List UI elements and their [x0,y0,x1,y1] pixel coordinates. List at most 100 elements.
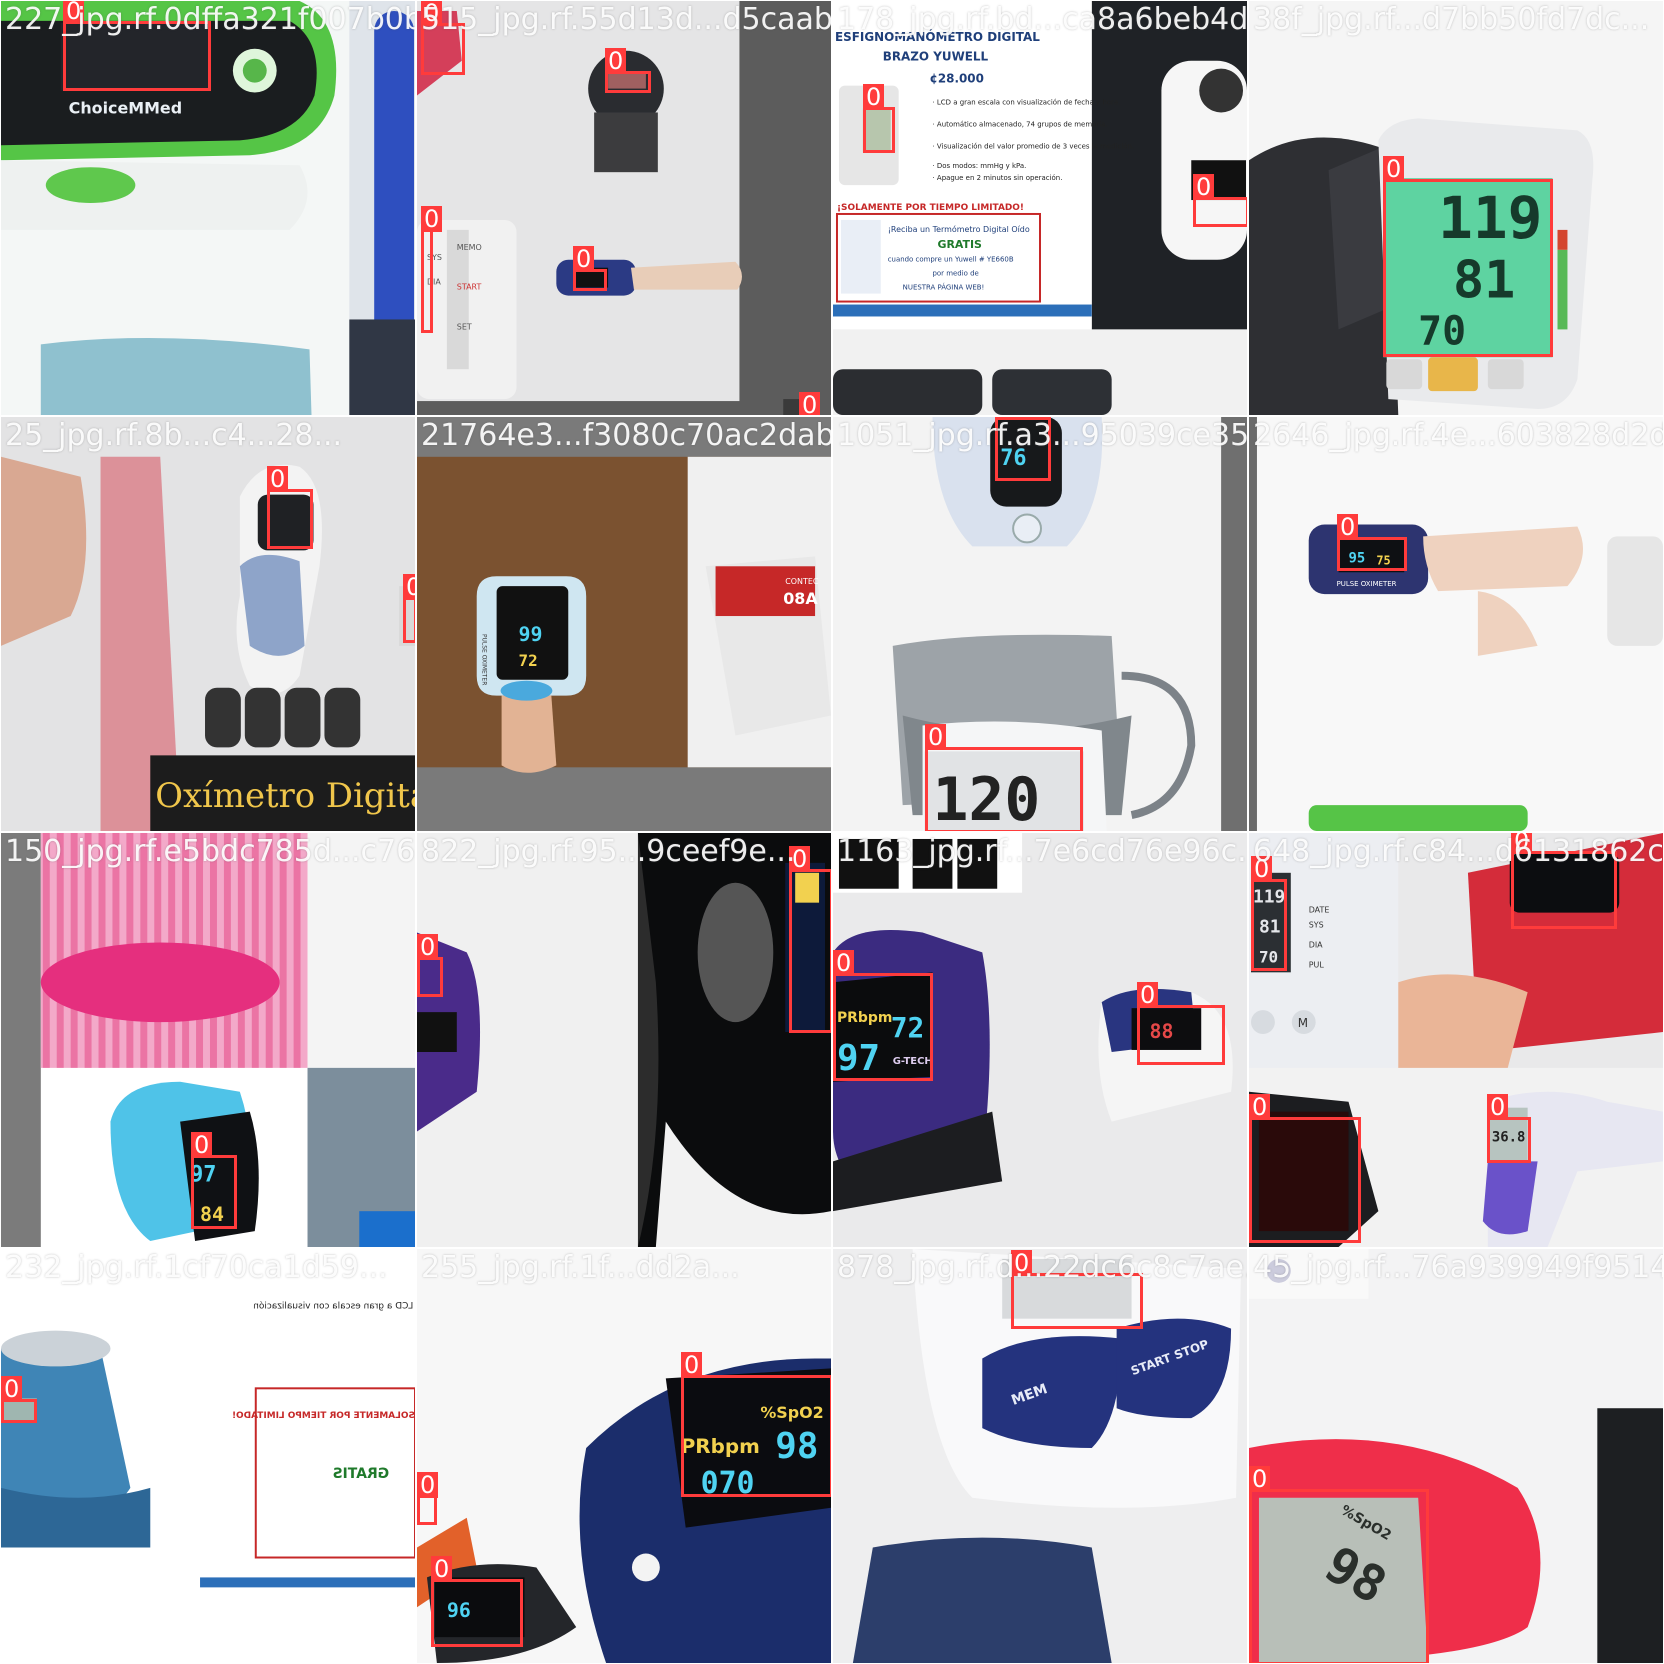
tile-oximeter-green: ChoiceMMed 0 227_jpg.rf.0dffa321f007b0bf… [0,0,416,416]
class-label: 0 [403,574,415,600]
tile-filename: 255_jpg.rf.1f...dd2a... [421,1250,740,1285]
tile-filename: 178_jpg.rf.bd...ca8a6beb4d133... [837,2,1248,37]
class-label: 0 [681,1352,703,1378]
detection-box: 0 [789,846,831,1033]
detection-box: 0 [1337,514,1407,571]
class-label: 0 [925,724,947,750]
detection-box: 0 [833,950,933,1081]
tile-filename: 45_jpg.rf...76a939949f9514... [1253,1250,1664,1285]
class-label: 0 [833,950,855,976]
class-label: 0 [417,1472,439,1498]
detection-box: 0 [573,246,607,291]
advert-banner: ¡SOLAMENTE POR TIEMPO LIMITADO! [837,203,1024,213]
class-label: 0 [421,206,443,232]
advert-bullet: · Dos modos: mmHg y kPa. [933,162,1027,170]
advert-subtitle: BRAZO YUWELL [883,50,989,64]
tile-bp-cuff: 76 120 0 0 1051_jpg.rf.a3...95039ce35a2.… [832,416,1248,832]
tile-bp-advert: ESFIGNOMANÓMETRO DIGITAL BRAZO YUWELL ¢2… [832,0,1248,416]
tile-oximeter-blue-large: PRbpm %SpO2 98 070 96 0 0 0 255_jpg.rf.1… [416,1248,832,1664]
tile-photo [417,833,831,1247]
tile-filename: 232_jpg.rf.1cf70ca1d59... [5,1250,388,1285]
tile-oximeter-blue: 95 75 PULSE OXIMETER 0 2646_jpg.rf.4e...… [1248,416,1664,832]
box-text: CONTEC [785,577,819,586]
tile-filename: 1163_jpg.rf...7e6cd76e96c... [837,834,1248,869]
button-label: START [457,283,482,292]
detection-box: 0 [431,1556,523,1647]
class-label: 0 [573,246,595,272]
tile-filename: 150_jpg.rf.e5bdc785d...c768... [5,834,416,869]
class-label: 0 [1337,514,1359,540]
tile-bp-monitor-grey: SYS DIA MEMO START SET 0 0 0 0 0 515_jpg… [416,0,832,416]
advert-free-mirrored: GRATIS [333,1466,390,1482]
class-label: 0 [431,1556,453,1582]
tile-photo: · LCD a gran escala con visualización ¡S… [1,1249,415,1663]
button-label: M [1298,1016,1308,1030]
tile-oximeter-gtech: PRbpm 72 97 G-TECH 88 0 0 1163_jpg.rf...… [832,832,1248,1248]
tile-filename: 822_jpg.rf.95...9ceef9e... [421,834,796,869]
advert-bullet-mirrored: · LCD a gran escala con visualización [253,1301,415,1312]
detection-box: 0 [267,466,313,549]
tile-filename: 25_jpg.rf.8b...c4...28... [5,418,343,453]
tile-filename: 515_jpg.rf.55d13d...d5caab8a1fcb... [421,2,832,37]
tile-filename: 227_jpg.rf.0dffa321f007b0bf3f26... [5,2,415,37]
tile-mixed-devices: 119 81 70 DATE SYS DIA PUL M 36.8 0 0 0 … [1248,832,1664,1248]
tile-oximeter-ad: Oxímetro Digital para 0 0 25_jpg.rf.8b..… [0,416,416,832]
tile-filename: 21764e3...f3080c70ac2dab... [421,418,832,453]
class-label: 0 [1193,174,1215,200]
tile-photo: 95 75 PULSE OXIMETER [1249,417,1663,831]
device-label: PULSE OXIMETER [481,634,488,685]
detection-box: 0 [863,84,895,153]
tile-photo: ESFIGNOMANÓMETRO DIGITAL BRAZO YUWELL ¢2… [833,1,1247,415]
class-label: 0 [417,934,439,960]
advert-offer: ¡Reciba un Termómetro Digital Oído [888,224,1030,234]
lcd-pr: 72 [519,651,538,670]
detection-box: 0 [605,48,651,93]
tile-photo: Oxímetro Digital para [1,417,415,831]
device-label: PULSE OXIMETER [1337,580,1397,588]
detection-box: 0 [1487,1094,1531,1163]
detection-box: 0 [1193,174,1247,227]
lcd-caption: DIA [1309,940,1323,949]
lcd-caption: SYS [1309,921,1324,930]
detection-box: 0 [1137,982,1225,1065]
tile-photo: 08A CONTEC 99 72 PULSE OXIMETER [417,417,831,831]
advert-free: GRATIS [937,238,982,251]
class-label: 0 [191,1132,213,1158]
tile-filename: 2646_jpg.rf.4e...603828d2d6... [1253,418,1664,453]
tile-filename: 38f_jpg.rf...d7bb50fd7dc... [1253,2,1650,37]
detection-box: 0 [1249,1466,1429,1663]
lcd-spo2: 99 [519,623,543,646]
advert-offer: NUESTRA PÁGINA WEB! [903,283,985,292]
training-batch-mosaic: ChoiceMMed 0 227_jpg.rf.0dffa321f007b0bf… [0,0,1664,1664]
button-label: SET [457,322,472,331]
class-label: 0 [267,466,289,492]
button-label: MEMO [457,243,482,252]
class-label: 0 [1,1376,23,1402]
brand-text: ChoiceMMed [69,98,182,117]
advert-price: ¢28.000 [930,72,984,86]
detection-box: 0 [417,1472,439,1525]
detection-box: 0 [403,574,415,643]
class-label: 0 [1487,1094,1509,1120]
tile-oximeter-finger: 08A CONTEC 99 72 PULSE OXIMETER 21764e3.… [416,416,832,832]
advert-bullet: · Apague en 2 minutos sin operación. [933,174,1063,182]
tile-oximeter-red: 98 %SpO2 0 45_jpg.rf...76a939949f9514... [1248,1248,1664,1664]
detection-box: 0 [1251,856,1287,971]
detection-box: 0 [1,1376,37,1423]
detection-box: 0 [1249,1094,1361,1243]
tile-oximeter-closeup: 0 0 822_jpg.rf.95...9ceef9e... [416,832,832,1248]
class-label: 0 [799,392,821,415]
advert-offer: por medio de [933,270,979,278]
detection-box: 0 [417,934,443,997]
tile-bp-monitor-green-lcd: 119 81 70 0 38f_jpg.rf...d7bb50fd7dc... [1248,0,1664,416]
detection-box: 0 [681,1352,831,1497]
detection-box: 0 [191,1132,237,1229]
tile-scale-mirrored-ad: · LCD a gran escala con visualización ¡S… [0,1248,416,1664]
advert-bullet: · LCD a gran escala con visualización de… [933,99,1121,107]
tile-bp-monitor-buttons: MEM START STOP 0 878_jpg.rf.d...22dc6c8c… [832,1248,1248,1664]
advert-bullet: · Visualización del valor promedio de 3 … [933,142,1135,150]
tile-filename: 878_jpg.rf.d...22dc6c8c7ae... [837,1250,1248,1285]
class-label: 0 [1249,1094,1271,1120]
advert-banner-mirrored: ¡SOLAMENTE POR TIEMPO LIMITADO! [232,1411,415,1421]
advert-bullet: · Automático almacenado, 74 grupos de me… [933,120,1108,128]
